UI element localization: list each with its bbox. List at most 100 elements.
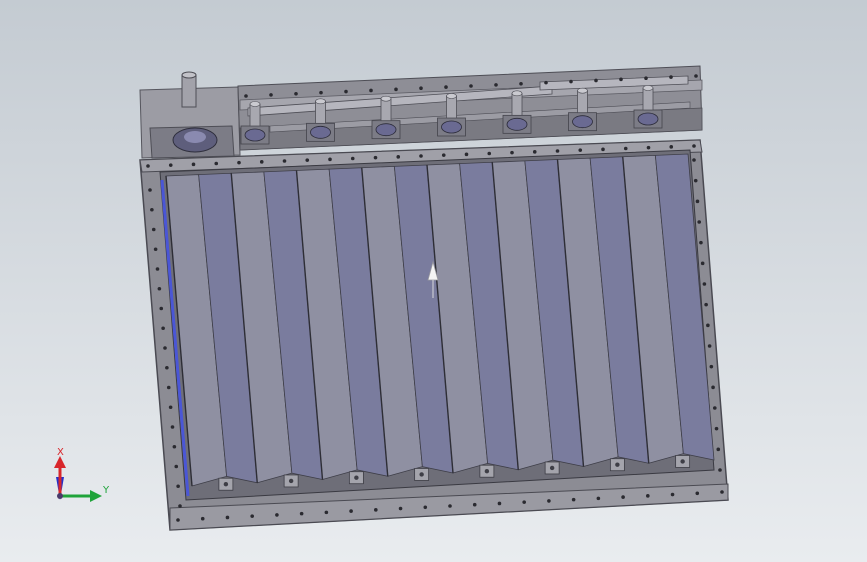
bolt	[532, 150, 537, 154]
bolt	[695, 491, 700, 496]
bolt	[704, 302, 708, 307]
bolt	[692, 144, 696, 148]
bolt	[374, 508, 378, 512]
bolt	[259, 160, 264, 164]
bolt	[444, 85, 448, 89]
bolt	[394, 87, 398, 92]
bolt	[350, 156, 355, 161]
bolt	[159, 306, 164, 311]
bolt	[547, 499, 551, 503]
bolt	[494, 83, 498, 87]
bolt	[714, 426, 719, 431]
pivot-mount	[414, 468, 430, 481]
bolt	[275, 513, 279, 517]
bolt	[699, 240, 703, 245]
bolt	[176, 518, 180, 522]
bolt	[472, 502, 477, 507]
bolt	[155, 267, 160, 271]
bolt	[157, 286, 162, 291]
bolt	[487, 151, 492, 156]
bolt	[448, 504, 452, 508]
bolt	[555, 149, 560, 153]
pivot-mount	[609, 458, 625, 472]
bolt	[396, 155, 401, 159]
pivot-mount	[479, 464, 495, 478]
bolt	[519, 81, 523, 86]
x-axis-label: X	[57, 447, 64, 458]
bolt	[441, 153, 446, 157]
bolt	[166, 385, 171, 390]
bolt	[294, 91, 298, 96]
bolt	[178, 504, 182, 508]
drive-shaft	[181, 74, 197, 108]
bolt	[695, 199, 700, 204]
y-axis-label: Y	[103, 485, 110, 496]
bolt	[707, 344, 712, 348]
bolt	[163, 346, 167, 350]
bolt	[170, 425, 175, 429]
bolt	[168, 405, 173, 410]
bolt	[172, 444, 177, 449]
bolt	[161, 326, 165, 331]
bolt	[344, 89, 348, 94]
bolt	[150, 207, 154, 212]
bolt	[225, 515, 230, 520]
bolt	[669, 75, 673, 79]
pivot-mount	[675, 455, 691, 468]
bolt	[146, 164, 150, 168]
bolt	[596, 496, 601, 501]
bolt	[670, 492, 675, 497]
bolt	[646, 145, 651, 150]
bolt	[305, 158, 310, 162]
bolt	[244, 94, 248, 98]
bolt	[419, 86, 423, 91]
bolt	[693, 178, 698, 183]
graphics-viewport[interactable]: X Y	[0, 0, 867, 562]
bolt	[464, 152, 469, 157]
bolt	[369, 88, 373, 93]
bolt	[269, 93, 273, 97]
bolt	[165, 365, 169, 370]
bolt	[571, 497, 576, 502]
bolt	[176, 484, 180, 489]
bolt	[174, 464, 179, 469]
louver-blades	[165, 153, 715, 487]
bolt	[148, 188, 152, 192]
bolt	[700, 261, 705, 266]
bolt	[623, 146, 628, 151]
bolt	[349, 509, 353, 513]
bolt	[324, 510, 329, 515]
bolt	[168, 163, 173, 167]
bolt	[621, 495, 625, 499]
bolt	[646, 494, 650, 498]
bolt	[544, 80, 548, 85]
bolt	[619, 77, 623, 82]
bolt	[522, 500, 526, 504]
bolt	[594, 78, 598, 83]
bolt	[694, 74, 698, 78]
bolt	[644, 76, 648, 81]
bolt	[237, 160, 241, 165]
pivot-mount	[544, 461, 560, 475]
bolt	[720, 490, 724, 494]
bolt	[469, 84, 473, 88]
bolt	[153, 247, 158, 252]
pivot-mount	[218, 477, 234, 491]
bolt	[510, 150, 514, 155]
bolt	[423, 505, 428, 510]
bolt	[601, 147, 605, 152]
bolt	[716, 447, 721, 452]
bolt	[373, 155, 378, 160]
bolt	[706, 323, 710, 328]
bolt	[200, 516, 205, 521]
bolt	[299, 511, 304, 516]
bolt	[578, 148, 583, 152]
bolt	[669, 145, 674, 149]
bolt	[151, 227, 156, 232]
bolt	[328, 157, 332, 162]
bolt	[569, 79, 573, 84]
bolt	[419, 154, 423, 158]
pivot-mount	[348, 471, 364, 485]
louver-damper-model[interactable]	[0, 0, 867, 562]
bolt	[497, 501, 502, 506]
